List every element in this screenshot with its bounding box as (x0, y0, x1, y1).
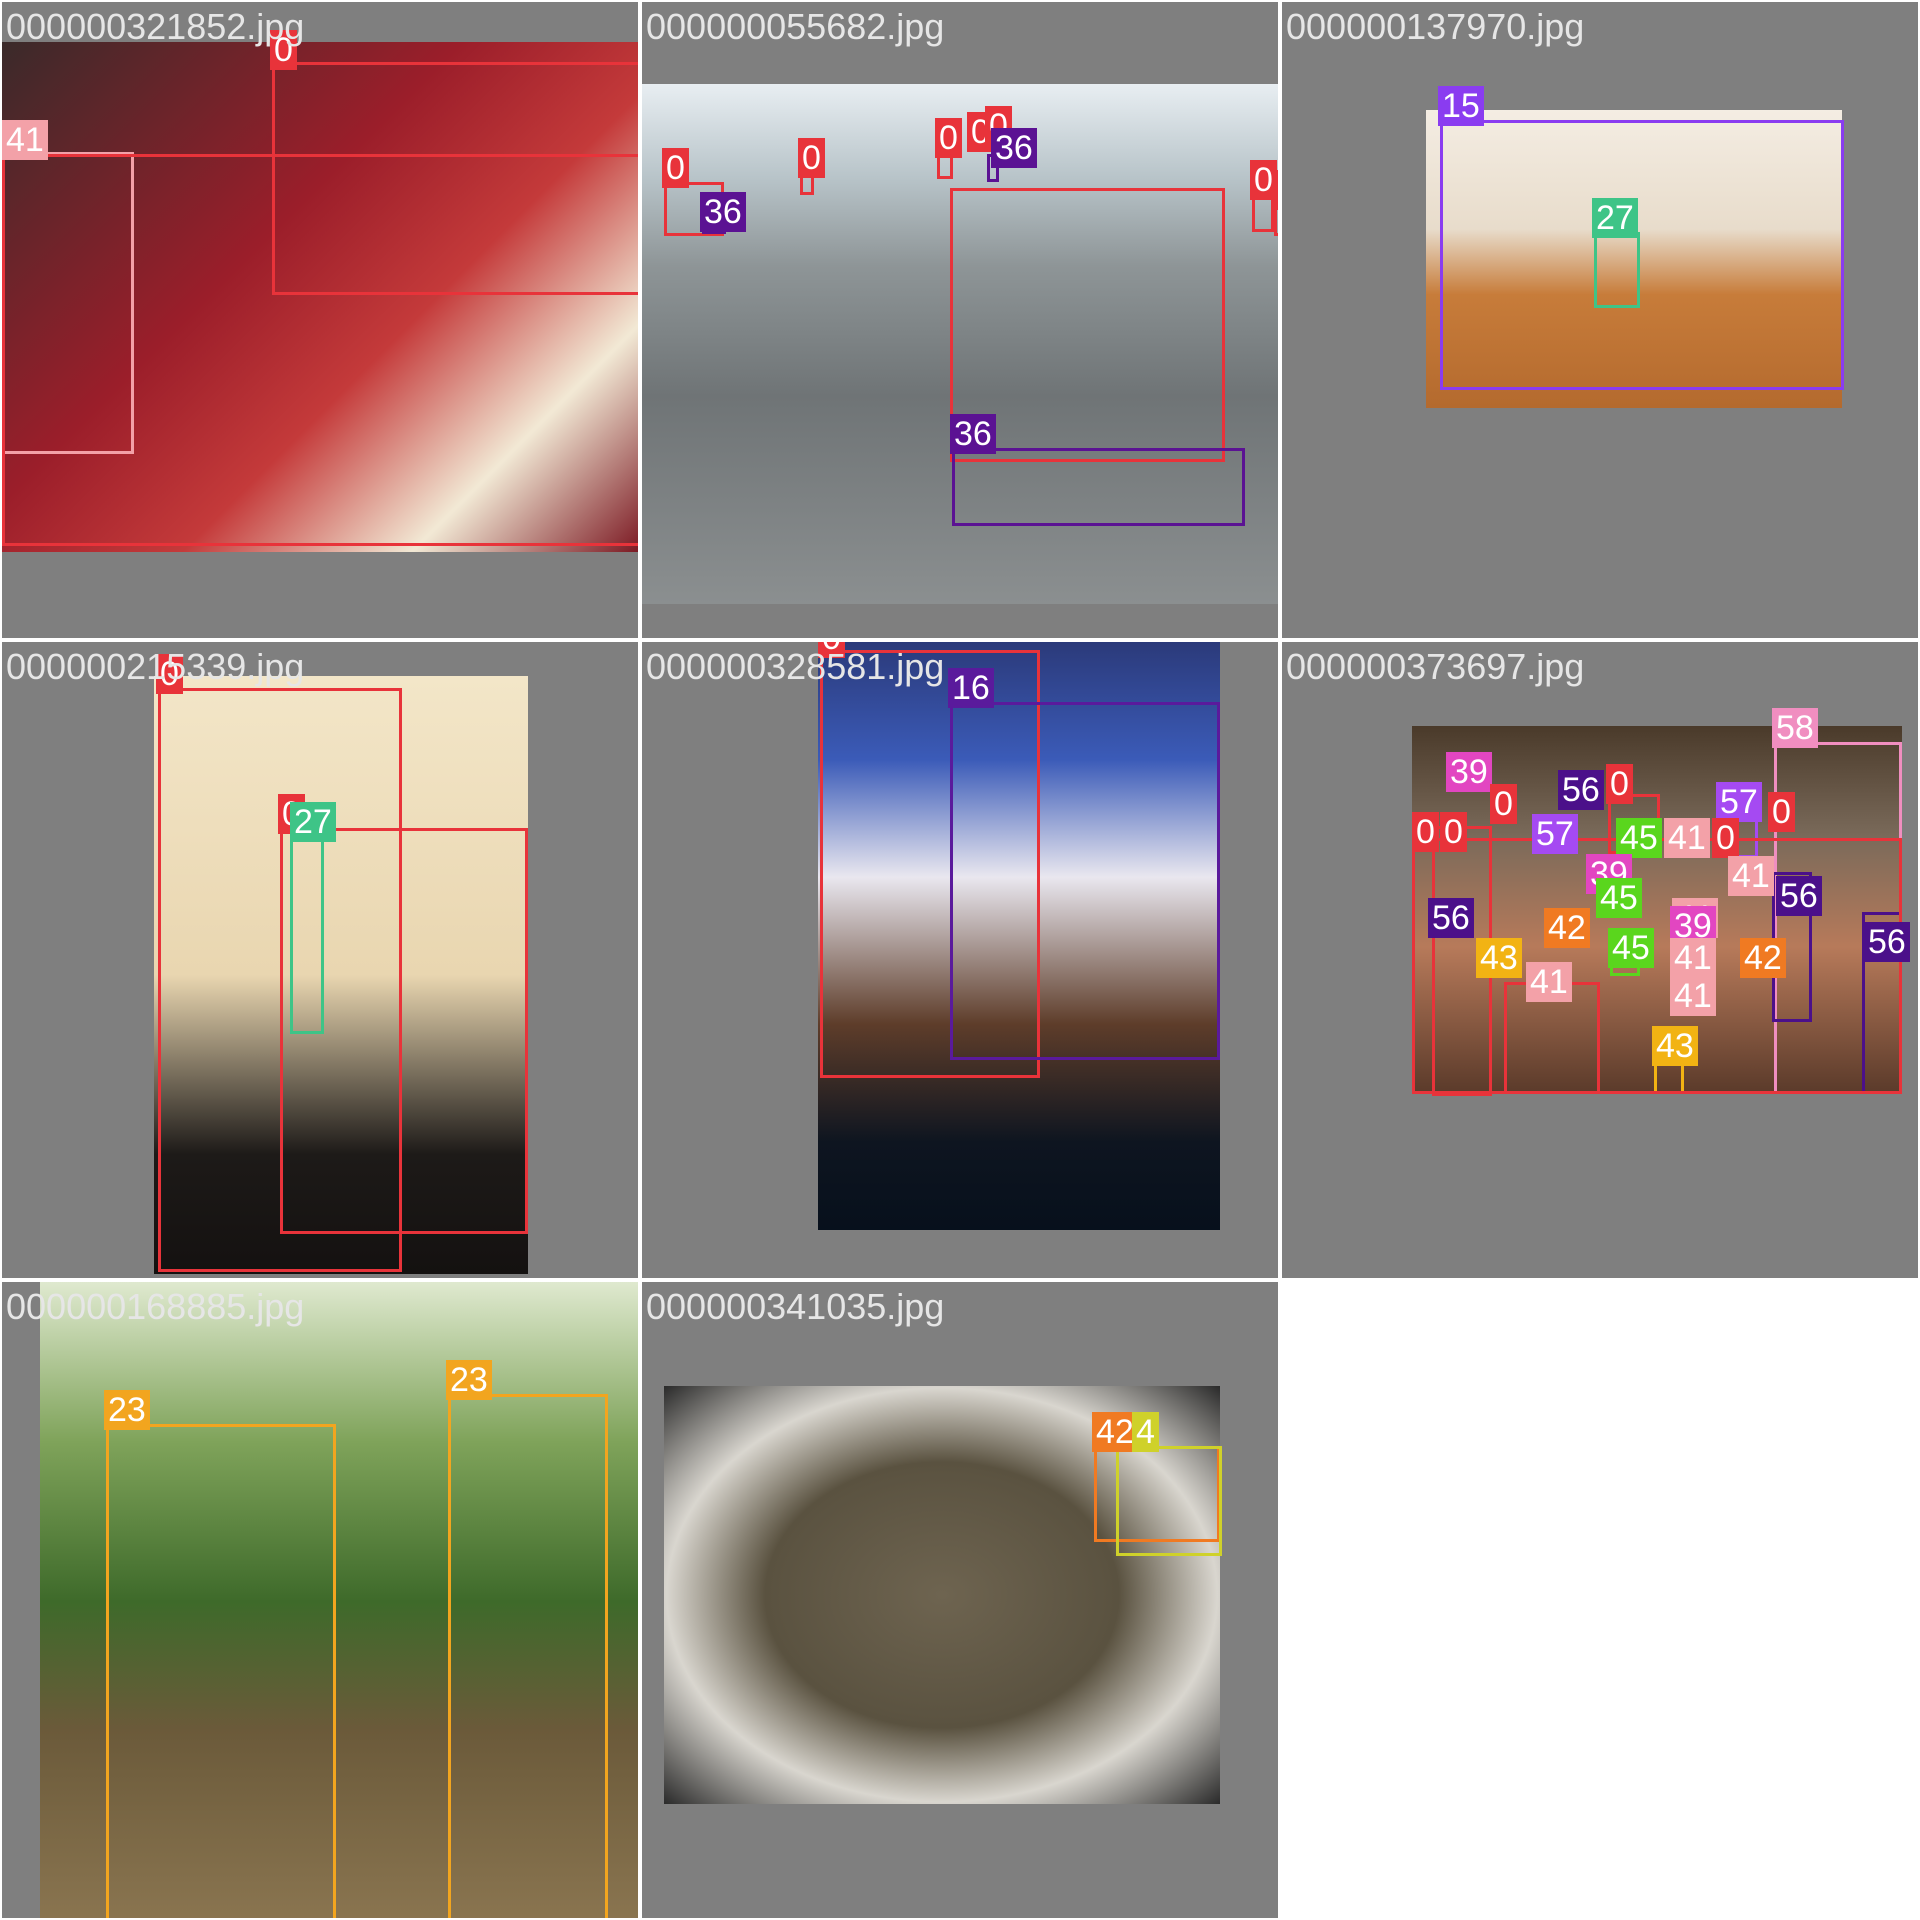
bbox-label: 41 (2, 120, 48, 160)
bbox-label: 56 (1776, 876, 1822, 916)
bbox-label: 57 (1716, 782, 1762, 822)
image-tile: 000000321852.jpg 0 41 (0, 0, 640, 640)
bbox-label: 36 (950, 414, 996, 454)
bbox-label: 42 (1740, 938, 1786, 978)
filename-label: 000000168885.jpg (6, 1286, 305, 1327)
bbox-label: 43 (1476, 938, 1522, 978)
bbox-label: 41 (1526, 962, 1572, 1002)
bbox-label: 41 (1670, 938, 1716, 978)
bbox-label: 0 (1250, 160, 1277, 200)
bbox (2, 154, 638, 546)
mosaic-grid: 000000321852.jpg 0 41 000000055682.jpg 0… (0, 0, 1920, 1920)
image-tile: 000000328581.jpg 0 16 (640, 640, 1280, 1280)
bbox-label: 56 (1558, 770, 1604, 810)
bbox-label: 45 (1616, 818, 1662, 858)
bbox-label: 0 (662, 148, 689, 188)
bbox-label: 45 (1608, 928, 1654, 968)
empty-cell (1280, 1280, 1920, 1920)
bbox-label: 0 (1712, 818, 1739, 858)
bbox-label: 39 (1446, 752, 1492, 792)
bbox (290, 834, 324, 1034)
image-tile: 000000215339.jpg 0 0 27 (0, 640, 640, 1280)
image-tile: 000000373697.jpg 58 39 56 0 57 0 0 0 0 5… (1280, 640, 1920, 1280)
bbox-label: 41 (1728, 856, 1774, 896)
bbox-label: 41 (1664, 818, 1710, 858)
filename-label: 000000341035.jpg (646, 1286, 945, 1327)
bbox-label: 36 (700, 192, 746, 232)
filename-label: 000000137970.jpg (1286, 6, 1585, 47)
bbox-label: 0 (1440, 812, 1467, 852)
bbox-label: 45 (1596, 878, 1642, 918)
filename-label: 000000055682.jpg (646, 6, 945, 47)
bbox-label: 15 (1438, 86, 1484, 126)
filename-label: 000000321852.jpg (6, 6, 305, 47)
bbox-label: 0 (1490, 784, 1517, 824)
bbox-label: 23 (104, 1390, 150, 1430)
bbox-label: 41 (1670, 976, 1716, 1016)
bbox-label: 56 (1864, 922, 1910, 962)
bbox-label: 57 (1532, 814, 1578, 854)
image-tile: 000000055682.jpg 0 36 0 0 0 0 36 36 0 0 (640, 0, 1280, 640)
bbox (1116, 1446, 1222, 1556)
image-tile: 000000137970.jpg 15 27 (1280, 0, 1920, 640)
bbox-label: 16 (948, 668, 994, 708)
bbox-label: 0 (935, 118, 962, 158)
bbox-label: 0 (1606, 764, 1633, 804)
filename-label: 000000215339.jpg (6, 646, 305, 687)
bbox-label: 36 (991, 128, 1037, 168)
bbox (448, 1394, 608, 1918)
bbox-label: 42 (1092, 1412, 1138, 1452)
bbox-label: 0 (798, 138, 825, 178)
bbox-label: 23 (446, 1360, 492, 1400)
bbox-label: 0 (1768, 792, 1795, 832)
bbox-label: 0 (1412, 812, 1439, 852)
bbox-label: 27 (290, 802, 336, 842)
bbox-label: 56 (1428, 898, 1474, 938)
bbox-label: 43 (1652, 1026, 1698, 1066)
bbox-label: 42 (1544, 908, 1590, 948)
filename-label: 000000328581.jpg (646, 646, 945, 687)
bbox-label: 4 (1132, 1412, 1159, 1452)
bbox-label: 58 (1772, 708, 1818, 748)
bbox (1594, 232, 1640, 308)
bbox-label: 27 (1592, 198, 1638, 238)
bbox (950, 702, 1220, 1060)
filename-label: 000000373697.jpg (1286, 646, 1585, 687)
bbox (1440, 120, 1844, 390)
image-tile: 000000168885.jpg 23 23 (0, 1280, 640, 1920)
bbox (106, 1424, 336, 1918)
image-tile: 000000341035.jpg 42 4 (640, 1280, 1280, 1920)
bbox (952, 448, 1245, 526)
